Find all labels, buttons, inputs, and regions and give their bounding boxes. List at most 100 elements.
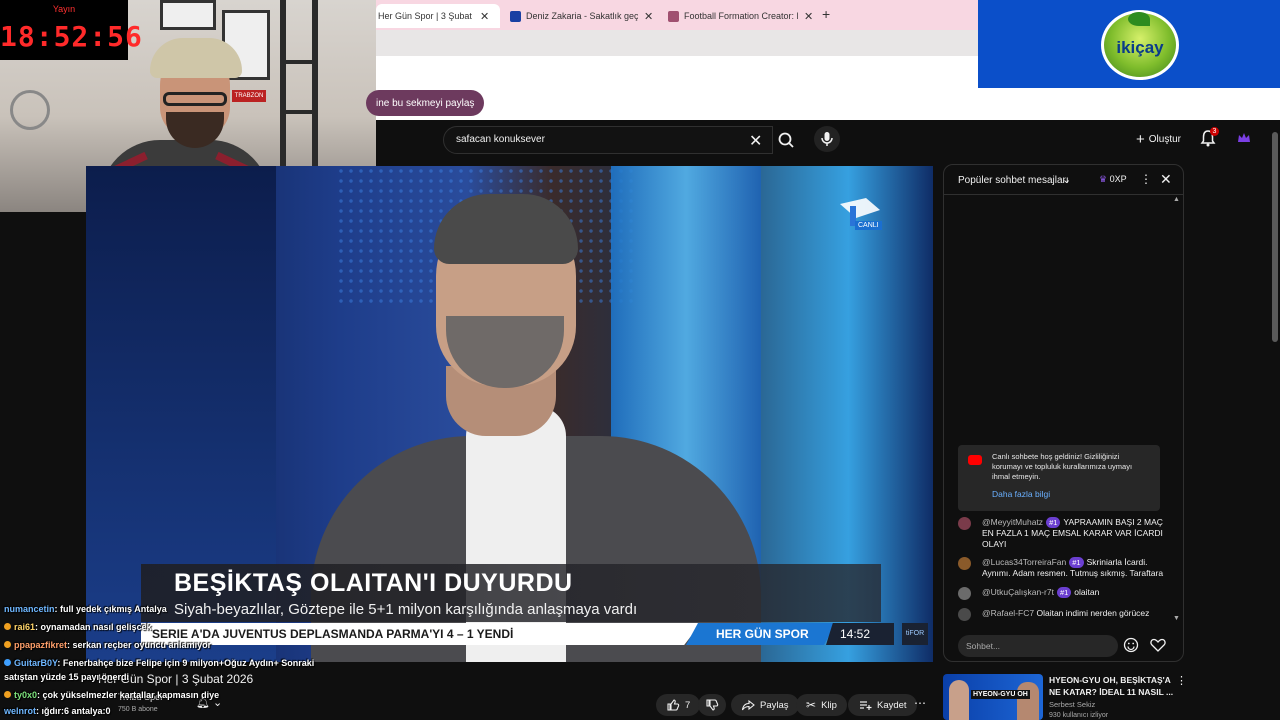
clock-label: Yayın: [52, 4, 76, 14]
scroll-up-arrow-icon[interactable]: ▲: [1173, 196, 1180, 203]
welcome-message: Canlı sohbete hoş geldiniz! Gizliliğiniz…: [992, 452, 1133, 481]
share-arrow-icon: [741, 699, 755, 711]
search-button[interactable]: [773, 126, 799, 154]
scrollbar-thumb[interactable]: [1272, 132, 1278, 342]
voice-search-button[interactable]: [814, 126, 840, 152]
clip-button[interactable]: ✂ Klip: [796, 694, 847, 716]
thumbnail-caption: HYEON-GYU OH: [971, 690, 1030, 699]
tab-football-formation[interactable]: Football Formation Creator: Re ✕: [662, 4, 822, 28]
search-icon: [778, 132, 794, 148]
like-button[interactable]: 7: [656, 694, 701, 716]
new-tab-button[interactable]: +: [822, 6, 830, 22]
avatar[interactable]: [958, 517, 971, 530]
xp-badge[interactable]: ♛ 0XP: [1099, 174, 1127, 185]
xp-value: 0XP: [1109, 174, 1127, 184]
share-label: Paylaş: [760, 699, 789, 711]
search-input[interactable]: safacan konuksever ✕: [443, 126, 773, 154]
microphone-icon: [821, 132, 833, 146]
chat-input[interactable]: Sohbet...: [958, 635, 1118, 657]
scissors-icon: ✂: [806, 698, 817, 712]
chat-username[interactable]: @Lucas34TorreiraFan: [982, 557, 1066, 567]
ad-brand: ikiçay: [1116, 38, 1164, 57]
chat-header: Popüler sohbet mesajları ⌄ ♛ 0XP ⋮ ✕: [944, 165, 1183, 195]
notification-count-badge: 3: [1210, 127, 1219, 136]
save-button[interactable]: Kaydet: [848, 694, 917, 716]
heart-icon: [1150, 638, 1166, 652]
youtube-header: safacan konuksever ✕ + Oluştur 3: [376, 120, 1280, 160]
recommended-title[interactable]: HYEON-GYU OH, BEŞİKTAŞ'A NE KATAR? İDEAL…: [1049, 674, 1174, 698]
plus-icon: +: [1136, 130, 1145, 148]
tab-deniz-zakaria[interactable]: Deniz Zakaria - Sakatlık geçmişi ✕: [504, 4, 654, 28]
more-options-icon[interactable]: ⋮: [1140, 172, 1152, 186]
chat-text: Olaitan indimi nerden görücez: [1036, 608, 1150, 618]
rank-badge: #1: [1046, 517, 1061, 528]
chat-text: olaitan: [1074, 587, 1100, 597]
avatar[interactable]: [958, 587, 971, 600]
video-player[interactable]: CANLI BEŞİKTAŞ OLAITAN'I DUYURDU Siyah-b…: [86, 166, 933, 662]
program-brand-text: HER GÜN SPOR: [716, 627, 809, 641]
avatar[interactable]: [958, 608, 971, 621]
stream-clock: Yayın 18:52:56: [0, 0, 143, 60]
sponsor-ad: ikiçay: [978, 0, 1280, 88]
close-chat-icon[interactable]: ✕: [1160, 171, 1172, 188]
chat-username[interactable]: @MeyyitMuhatz: [982, 517, 1043, 527]
leaf-icon: [1128, 12, 1150, 26]
tab-label: Football Formation Creator: Re: [684, 11, 798, 21]
clear-search-icon[interactable]: ✕: [749, 131, 762, 151]
thumbs-down-icon: [706, 699, 719, 711]
overlay-chat-line: ty0x0: çok yükselmezler kartallar kapmas…: [4, 690, 219, 700]
close-tab-icon[interactable]: ✕: [804, 10, 813, 23]
save-playlist-icon: [860, 701, 872, 710]
more-actions-icon[interactable]: ⋯: [914, 696, 926, 710]
close-tab-icon[interactable]: ✕: [480, 10, 489, 23]
recommended-video[interactable]: HYEON-GYU OH HYEON-GYU OH, BEŞİKTAŞ'A NE…: [943, 672, 1280, 720]
chat-input-placeholder: Sohbet...: [966, 641, 1001, 651]
chat-username[interactable]: @UtkuÇalışkan-r7t: [982, 587, 1054, 597]
account-avatar[interactable]: [1236, 130, 1252, 146]
live-chat-panel: Popüler sohbet mesajları ⌄ ♛ 0XP ⋮ ✕ ▲ C…: [943, 164, 1184, 662]
chat-mode-selector[interactable]: Popüler sohbet mesajları: [958, 175, 1069, 186]
recommended-channel[interactable]: Serbest Sekiz: [1049, 700, 1095, 709]
chevron-down-icon[interactable]: ⌄: [1062, 173, 1071, 186]
overlay-chat-line: numancetin: full yedek çıkmış Antalya: [4, 604, 167, 614]
overlay-chat-line: GuitarB0Y: Fenerbahçe bize Felipe için 9…: [4, 658, 314, 668]
clock-time: 18:52:56: [0, 20, 143, 53]
chat-username[interactable]: @Rafael-FC7: [982, 608, 1034, 618]
close-tab-icon[interactable]: ✕: [644, 10, 653, 23]
heart-button[interactable]: [1149, 636, 1167, 654]
stream-chat-overlay: numancetin: full yedek çıkmış Antalya ra…: [0, 598, 380, 720]
site-favicon-icon: [668, 10, 679, 22]
clip-label: Klip: [821, 699, 837, 711]
chat-message: @Rafael-FC7 Olaitan indimi nerden görüce…: [958, 608, 1168, 622]
address-bar[interactable]: [376, 30, 978, 56]
fan: [10, 90, 50, 130]
video-thumbnail[interactable]: HYEON-GYU OH: [943, 674, 1043, 720]
share-tab-button[interactable]: ine bu sekmeyi paylaş: [366, 90, 485, 116]
youtube-play-icon: [968, 455, 982, 465]
more-options-icon[interactable]: ⋮: [1176, 674, 1187, 687]
emoji-icon: [1123, 637, 1139, 653]
chat-welcome-card: Canlı sohbete hoş geldiniz! Gizliliğiniz…: [958, 445, 1160, 511]
chat-message: @Lucas34TorreiraFan #1 Skriniarla İcardi. …: [958, 557, 1168, 581]
create-label: Oluştur: [1148, 133, 1181, 145]
create-button[interactable]: + Oluştur: [1128, 126, 1189, 152]
corner-channel-logo: tiFOR: [902, 623, 928, 645]
tab-her-gun-spor[interactable]: Her Gün Spor | 3 Şubat 2026 ✕: [376, 4, 500, 28]
live-viewers: 930 kullanıcı izliyor: [1049, 712, 1109, 719]
lower-third-title: BEŞİKTAŞ OLAITAN'I DUYURDU: [174, 569, 573, 597]
live-badge: CANLI: [855, 221, 882, 230]
chat-message: @MeyyitMuhatz #1 YAPRAAMIN BAŞI 2 MAÇ EN F…: [958, 517, 1168, 551]
avatar[interactable]: [958, 557, 971, 570]
dislike-button[interactable]: [698, 694, 726, 716]
share-button[interactable]: Paylaş: [731, 694, 799, 716]
broadcast-time: 14:52: [840, 627, 871, 641]
learn-more-link[interactable]: Daha fazla bilgi: [992, 489, 1050, 499]
page-scrollbar[interactable]: [1272, 124, 1278, 720]
thumbs-up-icon: [667, 699, 680, 711]
rank-badge: #1: [1056, 587, 1072, 598]
poster-sign: TRABZON: [232, 90, 266, 102]
crown-icon: ♛: [1099, 174, 1108, 184]
emoji-button[interactable]: [1122, 636, 1140, 654]
scroll-down-arrow-icon[interactable]: ▼: [1173, 615, 1180, 622]
tab-label: Her Gün Spor | 3 Şubat 2026: [378, 11, 474, 21]
